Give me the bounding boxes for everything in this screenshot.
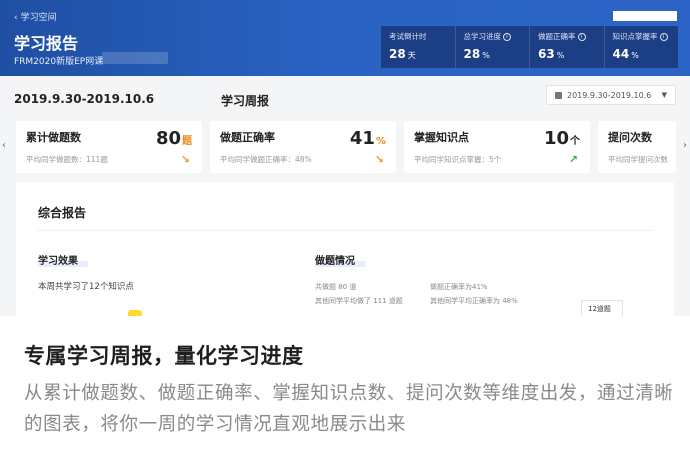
page-title: 学习报告	[14, 34, 79, 53]
info-icon[interactable]: i	[503, 33, 511, 41]
stat-unit: %	[482, 51, 490, 60]
card-unit: 题	[182, 136, 192, 147]
week-selector-value: 2019.9.30-2019.10.6	[567, 91, 652, 100]
report-header: ‹ 学习空间 学习报告 FRM2020新版EP网课 考试倒计时 28 天 总学习进度…	[0, 0, 690, 76]
caption-body: 从累计做题数、做题正确率、掌握知识点数、提问次数等维度出发，通过清晰的图表，将你…	[24, 383, 674, 435]
info-icon[interactable]: i	[577, 33, 586, 41]
stat-unit: %	[556, 51, 565, 60]
stat-label: 考试倒计时	[389, 32, 427, 41]
card-knowledge-points: 掌握知识点 10个 平均同学知识点掌握：5个 ↗	[404, 121, 590, 173]
stat-exam-countdown: 考试倒计时 28 天	[381, 26, 456, 68]
card-subtext: 平均同学知识点掌握：5个	[414, 155, 502, 164]
stat-value: 28	[389, 47, 406, 61]
card-questions-asked: 提问次数 平均同学提问次数	[598, 121, 676, 173]
redacted-text	[102, 52, 168, 64]
card-value: 80	[155, 128, 181, 149]
stat-label: 总学习进度	[463, 32, 502, 41]
date-range-heading: 2019.9.30-2019.10.6	[14, 92, 155, 106]
learning-effect-text: 本周共学习了12个知识点	[38, 282, 134, 292]
stat-knowledge-mastery: 知识点掌握率 i 44%	[605, 26, 679, 68]
stat-label: 做题正确率	[538, 32, 576, 41]
card-subtext: 平均同学提问次数	[608, 155, 668, 164]
stat-accuracy: 做题正确率 i 63%	[530, 26, 605, 68]
chevron-down-icon: ▼	[661, 91, 667, 99]
stat-value: 44	[612, 47, 630, 61]
card-subtext: 平均同学做题正确率：48%	[220, 155, 312, 164]
caption-title: 专属学习周报，量化学习进度	[24, 344, 304, 368]
exercise-stat: 其他同学平均做了 111 道题	[315, 297, 403, 305]
card-title: 提问次数	[608, 131, 652, 144]
card-unit: 个	[570, 136, 580, 147]
chart-tooltip: 12道题	[581, 300, 623, 316]
cards-next-arrow[interactable]: ›	[683, 140, 687, 151]
weekly-report-title: 学习周报	[221, 94, 270, 108]
course-name: FRM2020新版EP网课	[14, 57, 104, 67]
stat-value: 63	[538, 47, 555, 61]
divider	[38, 230, 652, 231]
back-link[interactable]: ‹ 学习空间	[14, 10, 57, 23]
card-subtext: 平均同学做题数：111题	[26, 155, 108, 164]
card-value: 41	[349, 128, 375, 149]
card-unit: %	[375, 136, 386, 147]
stat-value: 28	[463, 47, 481, 61]
exercise-stat: 共做题 80 道	[315, 283, 357, 291]
back-label: 学习空间	[20, 13, 57, 23]
stat-label: 知识点掌握率	[612, 32, 658, 41]
calendar-icon	[555, 92, 562, 99]
week-selector[interactable]: 2019.9.30-2019.10.6 ▼	[546, 85, 676, 105]
trend-up-icon: ↗	[568, 153, 578, 166]
exercise-title: 做题情况	[315, 256, 355, 267]
exercise-stat: 做题正确率为41%	[430, 283, 488, 291]
learning-effect-title: 学习效果	[38, 256, 78, 267]
exercise-stat: 其他同学平均正确率为 48%	[430, 297, 518, 305]
promo-caption: 专属学习周报，量化学习进度 从累计做题数、做题正确率、掌握知识点数、提问次数等维…	[0, 316, 690, 467]
cards-prev-arrow[interactable]: ‹	[2, 140, 6, 151]
card-accuracy: 做题正确率 41% 平均同学做题正确率：48% ↘	[210, 121, 396, 173]
info-icon[interactable]: i	[659, 33, 668, 41]
trend-down-icon: ↘	[374, 153, 384, 166]
card-value: 10	[543, 128, 569, 149]
summary-stats-panel: 考试倒计时 28 天 总学习进度 i 28% 做题正确率 i 63% 知识点掌握率 i …	[381, 26, 678, 68]
stat-total-progress: 总学习进度 i 28%	[456, 26, 530, 68]
user-account-box[interactable]	[613, 11, 677, 21]
stat-unit: 天	[407, 51, 416, 60]
chevron-left-icon: ‹	[14, 13, 18, 23]
card-total-questions: 累计做题数 80题 平均同学做题数：111题 ↘	[16, 121, 202, 173]
stat-unit: %	[631, 51, 639, 60]
report-title: 综合报告	[38, 206, 87, 220]
trend-down-icon: ↘	[180, 153, 190, 166]
comprehensive-report: 综合报告 学习效果 本周共学习了12个知识点 做题情况 共做题 80 道 做题正…	[16, 182, 674, 316]
